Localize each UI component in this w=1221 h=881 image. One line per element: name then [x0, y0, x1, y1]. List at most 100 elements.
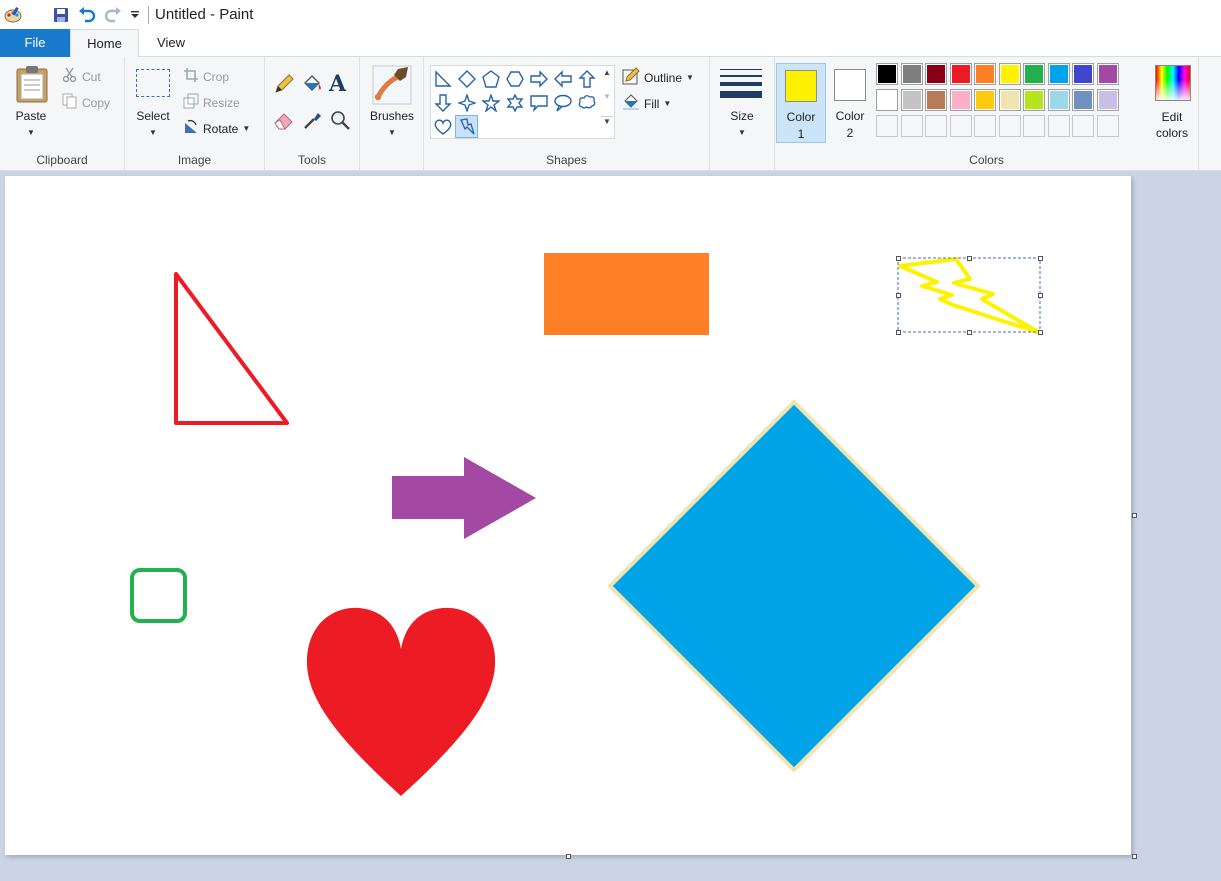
resize-handle[interactable]	[896, 256, 901, 261]
yellow-lightning-shape[interactable]	[898, 257, 1040, 334]
resize-button[interactable]: Resize	[183, 93, 240, 112]
palette-custom-slot[interactable]	[1072, 115, 1094, 137]
palette-custom-slot[interactable]	[1023, 115, 1045, 137]
palette-color-swatch[interactable]	[1023, 89, 1045, 111]
palette-color-swatch[interactable]	[876, 89, 898, 111]
palette-color-swatch[interactable]	[998, 89, 1021, 111]
brushes-button[interactable]: Brushes ▼	[364, 63, 420, 143]
color1-button[interactable]: Color 1	[776, 63, 826, 143]
tab-file[interactable]: File	[0, 29, 70, 57]
eraser-icon[interactable]	[273, 109, 295, 134]
hexagon-shape-icon[interactable]	[503, 67, 526, 90]
magnifier-icon[interactable]	[329, 109, 351, 134]
down-arrow-shape-icon[interactable]	[431, 91, 454, 114]
green-rounded-rectangle-shape[interactable]	[130, 568, 187, 623]
blue-diamond-shape[interactable]	[608, 400, 980, 772]
resize-handle[interactable]	[1038, 293, 1043, 298]
oval-callout-shape-icon[interactable]	[551, 91, 574, 114]
resize-handle[interactable]	[1038, 256, 1043, 261]
rectangular-callout-shape-icon[interactable]	[527, 91, 550, 114]
right-arrow-shape-icon[interactable]	[527, 67, 550, 90]
red-triangle-shape[interactable]	[174, 272, 289, 425]
chevron-down-icon: ▼	[149, 128, 157, 137]
palette-custom-slot[interactable]	[900, 115, 923, 137]
palette-color-swatch[interactable]	[1072, 89, 1094, 111]
palette-color-swatch[interactable]	[1096, 63, 1119, 85]
palette-color-swatch[interactable]	[900, 63, 923, 85]
gallery-expand-icon[interactable]: ▼	[601, 116, 613, 138]
resize-handle[interactable]	[896, 330, 901, 335]
cut-button[interactable]: Cut	[62, 67, 101, 86]
palette-color-swatch[interactable]	[1072, 63, 1094, 85]
crop-button[interactable]: Crop	[183, 67, 229, 86]
paste-button[interactable]: Paste ▼	[8, 63, 54, 143]
palette-custom-slot[interactable]	[974, 115, 996, 137]
palette-color-swatch[interactable]	[1096, 89, 1119, 111]
tab-home[interactable]: Home	[70, 29, 139, 58]
save-icon[interactable]	[50, 4, 72, 26]
rotate-button[interactable]: Rotate ▼	[183, 119, 250, 138]
heart-shape-icon[interactable]	[431, 115, 454, 138]
four-point-star-shape-icon[interactable]	[455, 91, 478, 114]
palette-color-swatch[interactable]	[1047, 63, 1070, 85]
pentagon-shape-icon[interactable]	[479, 67, 502, 90]
edit-colors-button[interactable]: Edit colors	[1147, 63, 1197, 143]
palette-color-swatch[interactable]	[876, 63, 898, 85]
six-point-star-shape-icon[interactable]	[503, 91, 526, 114]
undo-icon[interactable]	[76, 4, 98, 26]
left-arrow-shape-icon[interactable]	[551, 67, 574, 90]
outline-button[interactable]: Outline ▼	[622, 67, 694, 88]
copy-label: Copy	[82, 95, 111, 110]
palette-custom-slot[interactable]	[1096, 115, 1119, 137]
fill-button[interactable]: Fill ▼	[622, 93, 671, 114]
text-icon[interactable]: A	[329, 71, 346, 97]
purple-arrow-shape[interactable]	[392, 457, 536, 539]
right-triangle-shape-icon[interactable]	[431, 67, 454, 90]
palette-color-swatch[interactable]	[974, 63, 996, 85]
select-button[interactable]: Select ▼	[131, 63, 175, 143]
chevron-down-icon[interactable]	[128, 4, 142, 26]
palette-color-swatch[interactable]	[900, 89, 923, 111]
color-spectrum-icon	[1155, 65, 1191, 101]
tools-group: A Tools	[265, 57, 360, 171]
palette-custom-slot[interactable]	[925, 115, 947, 137]
diamond-shape-icon[interactable]	[455, 67, 478, 90]
canvas-resize-handle-bottom[interactable]	[566, 854, 571, 859]
resize-handle[interactable]	[896, 293, 901, 298]
palette-color-swatch[interactable]	[949, 89, 972, 111]
tab-view[interactable]: View	[139, 29, 203, 57]
palette-color-swatch[interactable]	[998, 63, 1021, 85]
palette-custom-slot[interactable]	[998, 115, 1021, 137]
canvas-resize-handle-right[interactable]	[1132, 513, 1137, 518]
red-heart-shape[interactable]	[306, 607, 496, 796]
size-button[interactable]: Size ▼	[716, 63, 768, 143]
orange-rectangle-shape[interactable]	[544, 253, 709, 335]
fill-bucket-icon[interactable]	[301, 73, 323, 98]
redo-icon[interactable]	[102, 4, 124, 26]
palette-custom-slot[interactable]	[876, 115, 898, 137]
cloud-callout-shape-icon[interactable]	[575, 91, 598, 114]
palette-color-swatch[interactable]	[1023, 63, 1045, 85]
color-picker-icon[interactable]	[301, 109, 323, 134]
copy-button[interactable]: Copy	[62, 93, 110, 112]
palette-custom-slot[interactable]	[1047, 115, 1070, 137]
color2-button[interactable]: Color 2	[826, 63, 876, 143]
gallery-scroll-up-icon[interactable]: ▲	[601, 68, 613, 90]
pencil-icon[interactable]	[273, 73, 295, 98]
palette-color-swatch[interactable]	[925, 63, 947, 85]
drawing-canvas[interactable]	[5, 176, 1131, 855]
resize-handle[interactable]	[1038, 330, 1043, 335]
canvas-resize-handle-corner[interactable]	[1132, 854, 1137, 859]
palette-custom-slot[interactable]	[949, 115, 972, 137]
shapes-group-label: Shapes	[546, 153, 587, 167]
five-point-star-shape-icon[interactable]	[479, 91, 502, 114]
up-arrow-shape-icon[interactable]	[575, 67, 598, 90]
palette-color-swatch[interactable]	[949, 63, 972, 85]
resize-handle[interactable]	[967, 330, 972, 335]
palette-color-swatch[interactable]	[1047, 89, 1070, 111]
palette-color-swatch[interactable]	[925, 89, 947, 111]
lightning-shape-icon[interactable]	[455, 115, 478, 138]
palette-color-swatch[interactable]	[974, 89, 996, 111]
resize-handle[interactable]	[967, 256, 972, 261]
paint-palette-icon[interactable]	[2, 4, 24, 26]
